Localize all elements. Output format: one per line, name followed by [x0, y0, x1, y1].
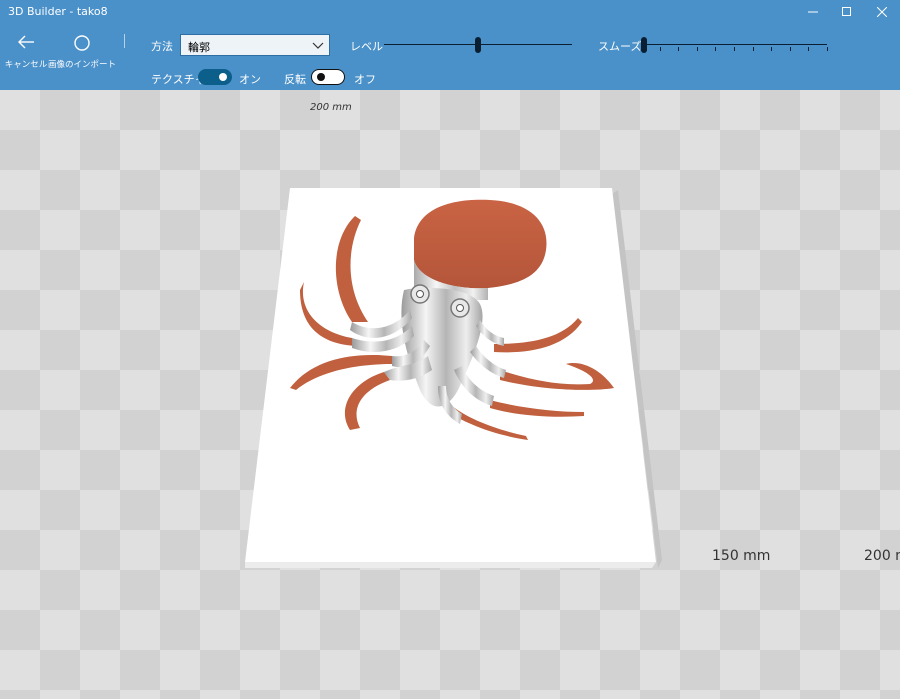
texture-toggle[interactable]	[198, 69, 232, 85]
invert-label: 反転	[284, 73, 306, 86]
smooth-slider-tick	[678, 47, 680, 51]
close-icon	[877, 7, 887, 17]
maximize-icon	[842, 7, 851, 16]
level-slider-thumb[interactable]	[475, 37, 481, 53]
texture-state: オン	[239, 73, 261, 86]
smooth-slider-tick	[771, 47, 773, 51]
chevron-down-icon	[312, 42, 324, 49]
level-slider[interactable]	[384, 34, 572, 56]
smooth-slider-track	[641, 44, 827, 45]
title-bar: 3D Builder - tako8	[0, 0, 900, 24]
smooth-slider-tick	[789, 47, 791, 51]
level-label: レベル	[350, 40, 383, 53]
octopus-eye-right	[450, 298, 470, 318]
import-image-label: 画像のインポート	[47, 60, 116, 70]
dimension-label-right: 200 mm	[864, 548, 900, 564]
close-button[interactable]	[866, 0, 898, 24]
method-label: 方法	[151, 40, 173, 53]
circle-icon	[74, 35, 90, 51]
smooth-slider-tick	[641, 47, 642, 51]
smooth-slider-tick	[808, 47, 810, 51]
octopus-head	[414, 199, 547, 289]
invert-state: オフ	[354, 73, 376, 86]
method-selected-value: 輪郭	[188, 41, 210, 54]
toolbar-divider	[124, 34, 125, 48]
invert-toggle[interactable]	[311, 69, 345, 85]
texture-toggle-knob	[219, 73, 227, 81]
base-plate-edge	[245, 562, 656, 568]
minimize-button[interactable]	[797, 0, 829, 24]
scene-drawing	[245, 188, 662, 568]
octopus-eye-left	[410, 284, 430, 304]
import-image-button[interactable]: 画像のインポート	[48, 30, 116, 80]
smooth-slider-tick	[715, 47, 717, 51]
smooth-slider-tick	[659, 47, 661, 51]
smooth-slider-tick	[696, 47, 698, 51]
maximize-button[interactable]	[831, 0, 863, 24]
3d-viewport[interactable]: 200 mm 150 mm 200 mm	[0, 90, 900, 699]
invert-toggle-knob	[317, 72, 325, 81]
method-dropdown[interactable]: 輪郭	[180, 34, 330, 56]
dimension-label-top: 200 mm	[310, 102, 352, 113]
back-arrow-icon	[18, 35, 34, 49]
image-import-toolbar: キャンセル 画像のインポート 方法 輪郭 レベル スムーズ テクスチャ オン 反…	[0, 24, 900, 90]
window-title: 3D Builder - tako8	[8, 5, 108, 18]
smooth-slider-tick	[752, 47, 754, 51]
minimize-icon	[808, 11, 818, 13]
smooth-slider-tick	[827, 47, 828, 51]
smooth-slider[interactable]	[641, 34, 828, 56]
dimension-label-mid: 150 mm	[712, 548, 771, 564]
smooth-slider-tick	[734, 47, 735, 51]
smooth-label: スムーズ	[598, 40, 642, 53]
